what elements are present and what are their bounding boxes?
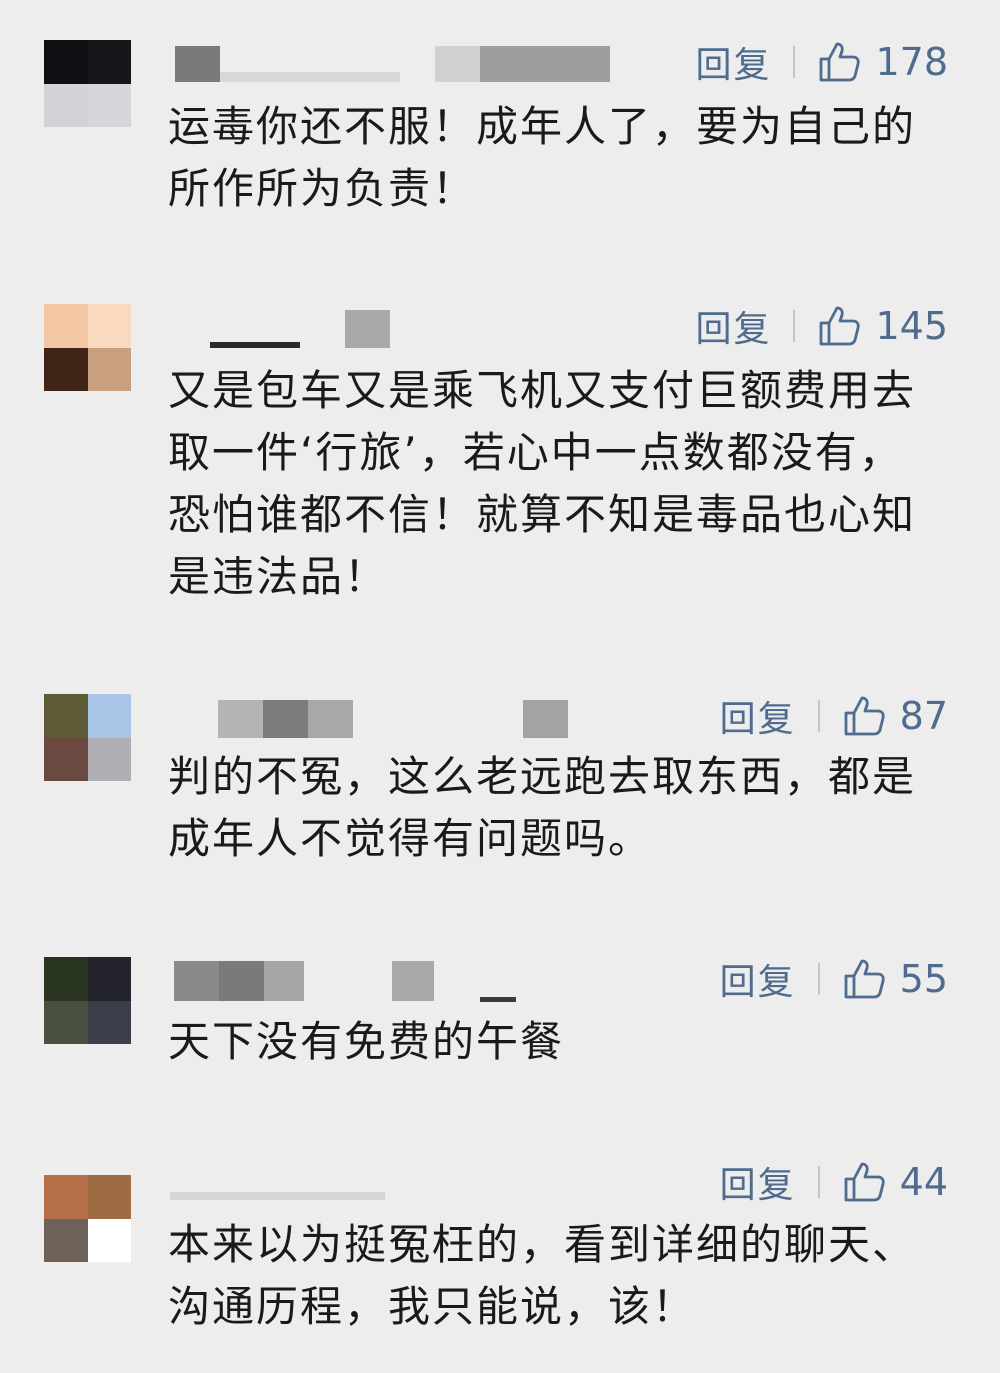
avatar-pixel <box>44 1000 88 1044</box>
like-count: 87 <box>899 694 948 738</box>
like-button[interactable]: 87 <box>842 694 948 738</box>
avatar-pixel <box>44 957 88 1001</box>
avatar-pixel <box>87 347 131 391</box>
comment-text: 又是包车又是乘飞机又支付巨额费用去 取一件‘行旅’，若心中一点数都没有， 恐怕谁… <box>168 360 958 608</box>
avatar[interactable] <box>44 694 131 781</box>
like-button[interactable]: 44 <box>842 1160 948 1204</box>
avatar-pixel <box>44 1175 88 1219</box>
avatar-pixel <box>44 737 88 781</box>
comment-actions: 回复 55 <box>720 957 948 1003</box>
thumbs-up-icon <box>842 694 886 738</box>
avatar-pixel <box>44 347 88 391</box>
comment-actions: 回复 44 <box>720 1160 948 1206</box>
like-count: 178 <box>875 40 948 84</box>
comment-text: 本来以为挺冤枉的，看到详细的聊天、 沟通历程，我只能说，该！ <box>168 1214 958 1338</box>
username-redacted[interactable] <box>170 959 670 1002</box>
like-button[interactable]: 55 <box>842 957 948 1001</box>
avatar-pixel <box>44 694 88 738</box>
comment-line: 天下没有免费的午餐 <box>168 1017 565 1066</box>
reply-button[interactable]: 回复 <box>695 36 771 88</box>
reply-button[interactable]: 回复 <box>720 1156 796 1208</box>
avatar-pixel <box>44 40 88 84</box>
comment-line: 本来以为挺冤枉的，看到详细的聊天、 <box>168 1220 917 1269</box>
like-count: 44 <box>899 1160 948 1204</box>
reply-button[interactable]: 回复 <box>720 953 796 1005</box>
comment-feed: 回复 178 运毒你还不服！成年人了，要为自己的 所作所为负责！ 回复 145 … <box>0 0 1000 1373</box>
comment-actions: 回复 178 <box>695 40 948 86</box>
avatar-pixel <box>87 83 131 127</box>
divider <box>793 310 796 342</box>
avatar-pixel <box>87 1218 131 1262</box>
avatar-pixel <box>87 737 131 781</box>
comment-line: 又是包车又是乘飞机又支付巨额费用去 <box>168 366 917 415</box>
like-button[interactable]: 178 <box>817 40 948 84</box>
comment-actions: 回复 145 <box>695 304 948 350</box>
avatar-pixel <box>44 1218 88 1262</box>
thumbs-up-icon <box>842 1160 886 1204</box>
avatar-pixel <box>87 694 131 738</box>
like-button[interactable]: 145 <box>817 304 948 348</box>
username-redacted[interactable] <box>170 42 670 82</box>
divider <box>817 1166 820 1198</box>
comment-line: 沟通历程，我只能说，该！ <box>168 1282 697 1331</box>
comment-text: 判的不冤，这么老远跑去取东西，都是 成年人不觉得有问题吗。 <box>168 746 958 870</box>
avatar-pixel <box>87 1000 131 1044</box>
avatar[interactable] <box>44 304 131 391</box>
username-redacted[interactable] <box>170 1162 670 1202</box>
avatar[interactable] <box>44 1175 131 1262</box>
like-count: 55 <box>899 957 948 1001</box>
comment-actions: 回复 87 <box>720 694 948 740</box>
avatar-pixel <box>87 1175 131 1219</box>
avatar[interactable] <box>44 40 131 127</box>
divider <box>793 46 796 78</box>
avatar-pixel <box>87 40 131 84</box>
reply-button[interactable]: 回复 <box>695 300 771 352</box>
comment-line: 取一件‘行旅’，若心中一点数都没有， <box>168 428 903 477</box>
avatar-pixel <box>44 304 88 348</box>
avatar-pixel <box>87 304 131 348</box>
comment-line: 成年人不觉得有问题吗。 <box>168 814 653 863</box>
thumbs-up-icon <box>842 957 886 1001</box>
username-redacted[interactable] <box>170 306 670 348</box>
comment-line: 恐怕谁都不信！就算不知是毒品也心知 <box>168 490 917 539</box>
avatar[interactable] <box>44 957 131 1044</box>
comment-line: 运毒你还不服！成年人了，要为自己的 <box>168 102 917 151</box>
reply-button[interactable]: 回复 <box>720 690 796 742</box>
comment-line: 判的不冤，这么老远跑去取东西，都是 <box>168 752 917 801</box>
divider <box>817 700 820 732</box>
thumbs-up-icon <box>817 40 861 84</box>
comment-line: 是违法品！ <box>168 552 389 601</box>
comment-line: 所作所为负责！ <box>168 164 477 213</box>
avatar-pixel <box>87 957 131 1001</box>
like-count: 145 <box>875 304 948 348</box>
thumbs-up-icon <box>817 304 861 348</box>
comment-text: 运毒你还不服！成年人了，要为自己的 所作所为负责！ <box>168 96 958 220</box>
comment-text: 天下没有免费的午餐 <box>168 1011 958 1073</box>
avatar-pixel <box>44 83 88 127</box>
username-redacted[interactable] <box>170 696 670 738</box>
divider <box>817 963 820 995</box>
